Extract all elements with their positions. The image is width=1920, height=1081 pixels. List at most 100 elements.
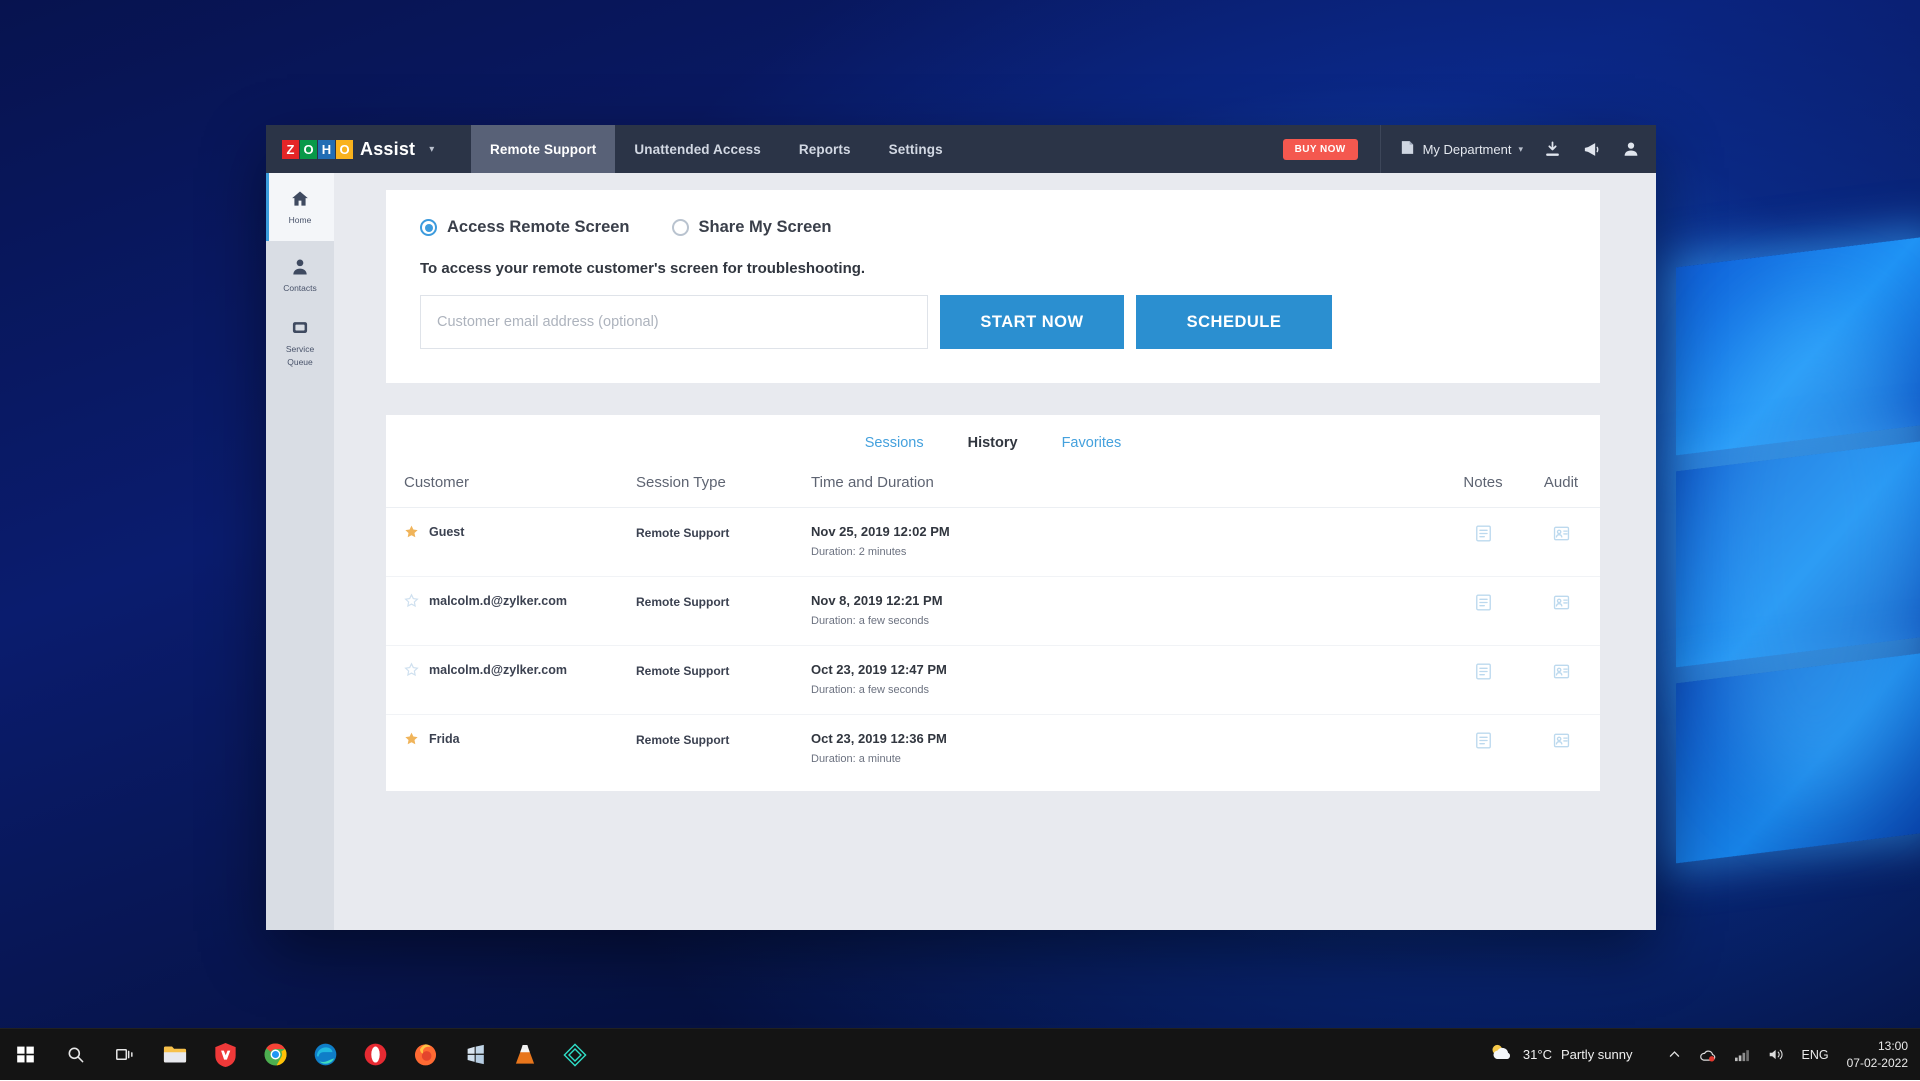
start-button[interactable] xyxy=(0,1029,50,1081)
notes-icon[interactable] xyxy=(1474,524,1493,543)
cell-session-type: Remote Support xyxy=(636,715,811,784)
table-row[interactable]: FridaRemote SupportOct 23, 2019 12:36 PM… xyxy=(386,715,1600,784)
search-button[interactable] xyxy=(50,1029,100,1081)
tab-remote-support[interactable]: Remote Support xyxy=(471,125,615,173)
buy-now-button[interactable]: BUY NOW xyxy=(1283,139,1358,160)
star-filled-icon[interactable] xyxy=(404,731,419,746)
radio-share-my-screen[interactable]: Share My Screen xyxy=(672,218,832,237)
department-selector[interactable]: My Department ▾ xyxy=(1399,139,1523,159)
cell-time-duration: Oct 23, 2019 12:36 PMDuration: a minute xyxy=(811,715,1231,784)
table-header: Customer Session Type Time and Duration … xyxy=(386,468,1600,508)
download-icon[interactable] xyxy=(1543,140,1562,159)
column-header-session-type: Session Type xyxy=(636,468,811,508)
notes-icon[interactable] xyxy=(1474,731,1493,750)
left-sidebar: Home Contacts Service Queue xyxy=(266,173,334,930)
cell-time-duration: Nov 25, 2019 12:02 PMDuration: 2 minutes xyxy=(811,508,1231,577)
session-type-label: Remote Support xyxy=(636,526,729,540)
sidebar-item-label-line1: Service xyxy=(286,345,314,355)
cell-notes xyxy=(1444,646,1522,715)
star-outline-icon[interactable] xyxy=(404,593,419,608)
sidebar-item-service-queue[interactable]: Service Queue xyxy=(266,309,334,377)
notes-icon[interactable] xyxy=(1474,593,1493,612)
notes-icon[interactable] xyxy=(1474,662,1493,681)
system-tray: 31°C Partly sunny ENG 13:00 07-02-2022 xyxy=(1488,1038,1920,1070)
firefox-button[interactable] xyxy=(400,1029,450,1081)
task-view-button[interactable] xyxy=(100,1029,150,1081)
schedule-button[interactable]: SCHEDULE xyxy=(1136,295,1332,349)
audit-icon[interactable] xyxy=(1552,731,1571,750)
clock-time: 13:00 xyxy=(1847,1038,1908,1054)
app-name-label: Assist xyxy=(360,139,415,160)
zoho-logo-letter: O xyxy=(300,140,317,159)
column-header-notes: Notes xyxy=(1444,468,1522,508)
session-time: Nov 8, 2019 12:21 PM xyxy=(811,593,1231,608)
app-logo[interactable]: Z O H O Assist ▾ xyxy=(266,139,471,160)
session-duration: Duration: a minute xyxy=(811,753,1231,765)
cell-spacer xyxy=(1231,577,1444,646)
column-header-time-duration: Time and Duration xyxy=(811,468,1231,508)
microsoft-store-button[interactable] xyxy=(450,1029,500,1081)
user-icon[interactable] xyxy=(1622,140,1640,158)
cell-session-type: Remote Support xyxy=(636,508,811,577)
cell-notes xyxy=(1444,577,1522,646)
volume-icon[interactable] xyxy=(1768,1047,1785,1062)
session-type-label: Remote Support xyxy=(636,664,729,678)
network-icon[interactable] xyxy=(1734,1048,1750,1062)
table-row[interactable]: malcolm.d@zylker.comRemote SupportNov 8,… xyxy=(386,577,1600,646)
star-outline-icon[interactable] xyxy=(404,662,419,677)
audit-icon[interactable] xyxy=(1552,662,1571,681)
history-tab-bar: Sessions History Favorites xyxy=(386,415,1600,468)
table-row[interactable]: malcolm.d@zylker.comRemote Support Oct 23… xyxy=(386,646,1600,715)
cell-session-type: Remote Support xyxy=(636,646,811,715)
chrome-icon xyxy=(264,1043,287,1066)
sidebar-item-label: Contacts xyxy=(283,284,317,294)
sidebar-item-home[interactable]: Home xyxy=(266,173,334,241)
tab-history[interactable]: History xyxy=(968,435,1018,451)
sidebar-item-contacts[interactable]: Contacts xyxy=(266,241,334,309)
contacts-icon xyxy=(290,257,310,280)
show-hidden-icons-chevron[interactable] xyxy=(1668,1048,1681,1061)
edge-button[interactable] xyxy=(300,1029,350,1081)
vlc-button[interactable] xyxy=(500,1029,550,1081)
panel-subtitle: To access your remote customer's screen … xyxy=(420,260,1566,277)
megaphone-icon[interactable] xyxy=(1582,140,1602,159)
sidebar-item-label-line2: Queue xyxy=(287,358,313,368)
column-header-customer: Customer xyxy=(386,468,636,508)
radio-label: Share My Screen xyxy=(699,218,832,237)
weather-description: Partly sunny xyxy=(1561,1047,1633,1062)
chrome-button[interactable] xyxy=(250,1029,300,1081)
clock-widget[interactable]: 13:00 07-02-2022 xyxy=(1847,1038,1908,1070)
windows-taskbar: 31°C Partly sunny ENG 13:00 07-02-2022 xyxy=(0,1028,1920,1080)
tab-unattended-access[interactable]: Unattended Access xyxy=(615,125,780,173)
language-indicator[interactable]: ENG xyxy=(1802,1048,1829,1062)
cell-time-duration: Nov 8, 2019 12:21 PMDuration: a few seco… xyxy=(811,577,1231,646)
file-explorer-button[interactable] xyxy=(150,1029,200,1081)
tab-favorites[interactable]: Favorites xyxy=(1062,435,1122,451)
sessions-table: Customer Session Type Time and Duration … xyxy=(386,468,1600,783)
star-filled-icon[interactable] xyxy=(404,524,419,539)
cell-audit xyxy=(1522,715,1600,784)
weather-widget[interactable]: 31°C Partly sunny xyxy=(1488,1042,1633,1067)
cell-customer: Frida xyxy=(386,715,636,784)
audit-icon[interactable] xyxy=(1552,593,1571,612)
vivaldi-button[interactable] xyxy=(200,1029,250,1081)
cell-customer: malcolm.d@zylker.com xyxy=(386,646,636,715)
session-time: Oct 23, 2019 12:47 PM xyxy=(811,662,1231,677)
tab-sessions[interactable]: Sessions xyxy=(865,435,924,451)
task-view-icon xyxy=(115,1045,136,1064)
chevron-down-icon[interactable]: ▾ xyxy=(429,144,434,155)
tab-settings[interactable]: Settings xyxy=(870,125,962,173)
audit-icon[interactable] xyxy=(1552,524,1571,543)
zoho-logo-letter: O xyxy=(336,140,353,159)
diamond-app-button[interactable] xyxy=(550,1029,600,1081)
radio-access-remote-screen[interactable]: Access Remote Screen xyxy=(420,218,630,237)
onedrive-icon[interactable] xyxy=(1699,1048,1716,1062)
opera-button[interactable] xyxy=(350,1029,400,1081)
zoho-logo-letter: Z xyxy=(282,140,299,159)
department-label: My Department xyxy=(1423,142,1512,157)
customer-email-input[interactable] xyxy=(420,295,928,349)
table-row[interactable]: GuestRemote SupportNov 25, 2019 12:02 PM… xyxy=(386,508,1600,577)
cell-spacer xyxy=(1231,508,1444,577)
start-now-button[interactable]: START NOW xyxy=(940,295,1124,349)
tab-reports[interactable]: Reports xyxy=(780,125,870,173)
